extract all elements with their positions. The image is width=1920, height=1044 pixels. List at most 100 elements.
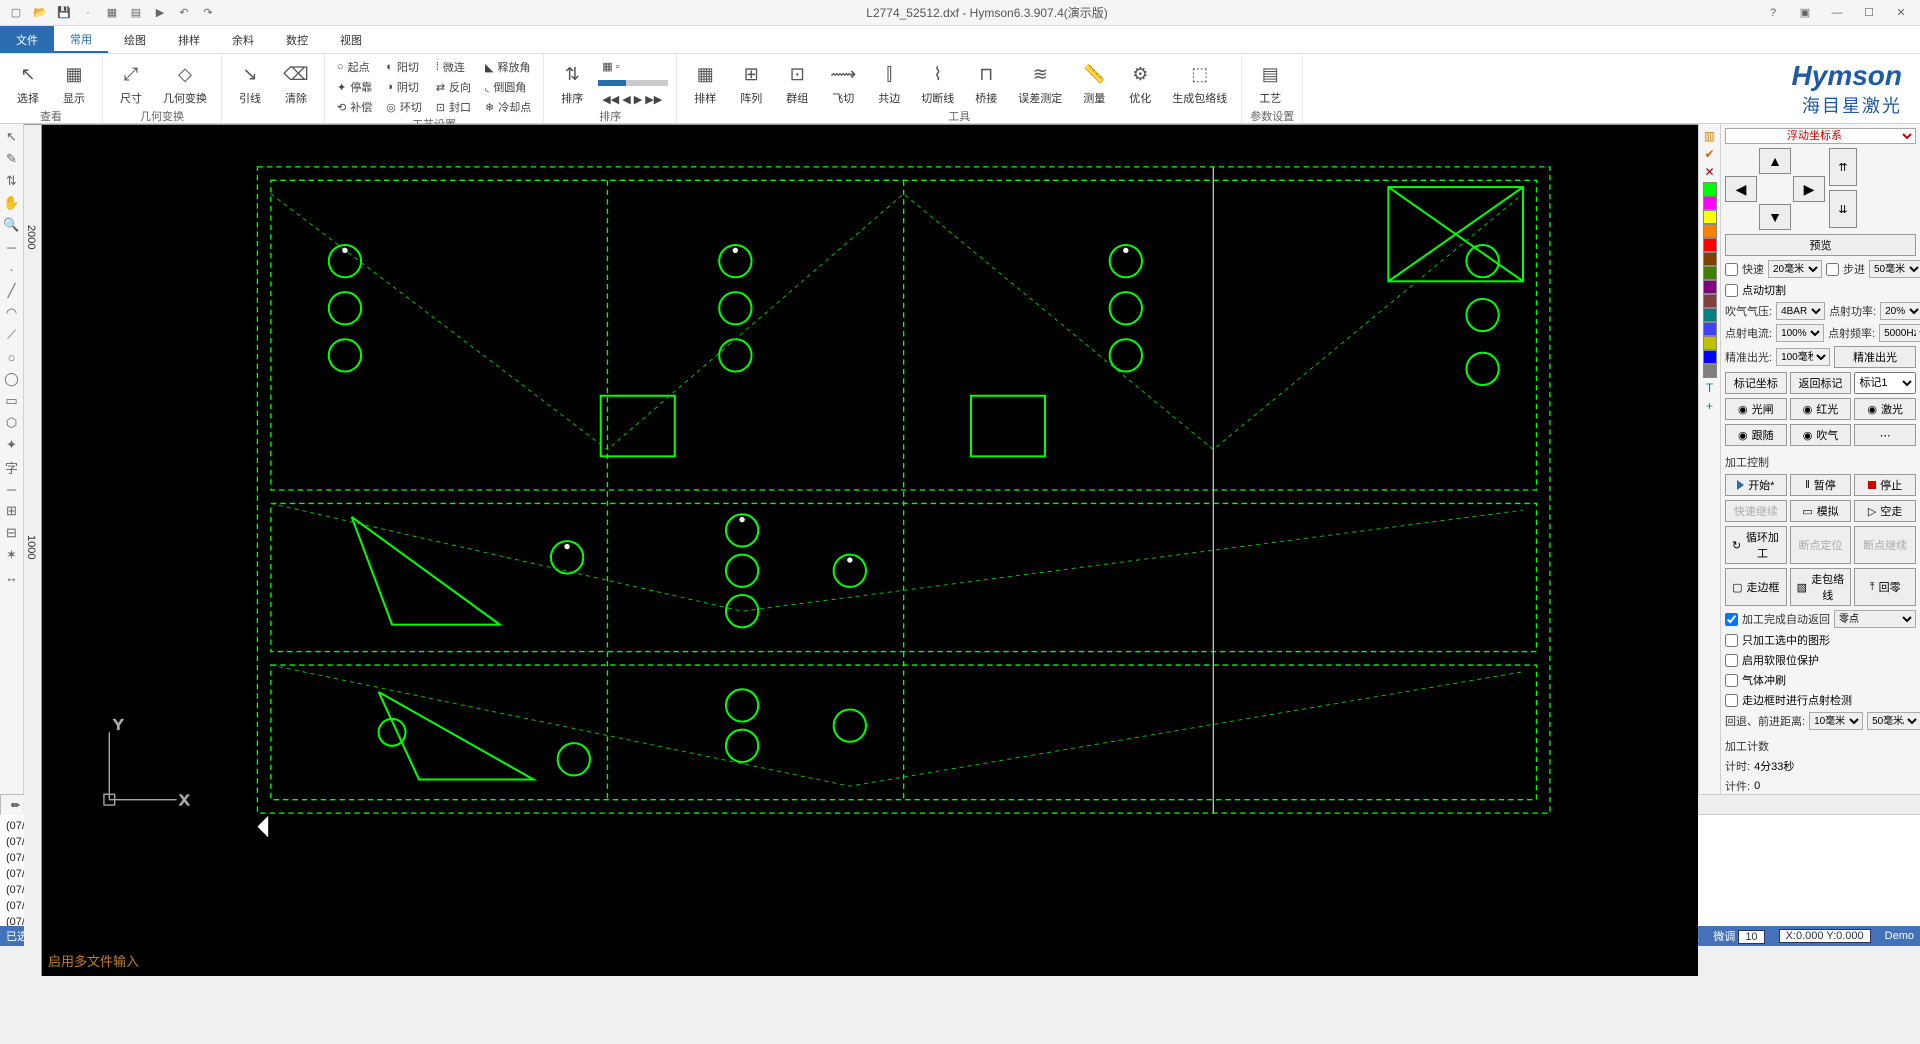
nest-button[interactable]: ▦排样 [685,58,725,108]
layer-visible-icon[interactable]: ▥ [1702,128,1718,144]
fastcont-btn[interactable]: 快速继续 [1725,500,1787,522]
layer-swatch[interactable] [1703,182,1717,196]
redo-icon[interactable]: ↷ [200,5,216,21]
tech-params-button[interactable]: ▤工艺 [1250,58,1290,108]
restore-icon[interactable]: ▣ [1790,2,1820,24]
layer-swatch[interactable] [1703,224,1717,238]
tab-cnc[interactable]: 数控 [270,26,324,53]
dotpower-val[interactable]: 20% [1880,302,1920,320]
play-icon[interactable]: ▶ [152,5,168,21]
tool-circle[interactable]: ○ [3,348,21,366]
dock-btn[interactable]: ✦ 停靠 [333,78,376,96]
contourline-btn[interactable]: ▧ 走包络线 [1790,568,1852,606]
tool-group[interactable]: ⊞ [3,502,21,520]
tool-explode[interactable]: ✶ [3,546,21,564]
z-up[interactable]: ⇈ [1829,148,1857,186]
layer-plus-icon[interactable]: + [1702,398,1718,414]
tool-ungroup[interactable]: ⊟ [3,524,21,542]
loop-btn[interactable]: ↻ 循环加工 [1725,526,1787,564]
tool-star[interactable]: ✦ [3,436,21,454]
measure-button[interactable]: 📏测量 [1074,58,1114,108]
onlysel-check[interactable]: 只加工选中的图形 [1725,632,1916,648]
coord-system-select[interactable]: 浮动坐标系 [1725,128,1916,144]
sort-opt1[interactable]: ▦ ▫ [598,59,668,74]
shoot-btn[interactable]: ◉ 激光 [1854,398,1916,420]
open-icon[interactable]: 📂 [32,5,48,21]
layer-swatch[interactable] [1703,322,1717,336]
release-btn[interactable]: ◣ 释放角 [481,58,535,76]
micro-btn[interactable]: ⁞ 微连 [432,58,475,76]
tool-polyline[interactable]: ⟋ [3,326,21,344]
stop-btn[interactable]: 停止 [1854,474,1916,496]
tool-line[interactable]: ╱ [3,282,21,300]
markcoord-btn[interactable]: 标记坐标 [1725,372,1787,394]
help-icon[interactable]: ? [1758,2,1788,24]
measure-err-button[interactable]: ≋误差测定 [1012,58,1068,108]
start-btn[interactable]: 开始* [1725,474,1787,496]
tool-order[interactable]: ⇅ [3,172,21,190]
tool-node[interactable]: ✎ [3,150,21,168]
layer-check-icon[interactable]: ✔ [1702,146,1718,162]
tool-measure[interactable]: ↔ [3,568,21,586]
cool-btn[interactable]: ❄ 冷却点 [481,98,535,116]
fineout-val[interactable]: 100毫秒 [1776,348,1830,366]
tab-view[interactable]: 视图 [324,26,378,53]
red-btn[interactable]: ◉ 红光 [1790,398,1852,420]
layer-text-icon[interactable]: T [1702,380,1718,396]
drawing-canvas[interactable]: Y X 启用多文件输入 [42,125,1698,976]
array-button[interactable]: ⊞阵列 [731,58,771,108]
tab-draw[interactable]: 绘图 [108,26,162,53]
extra-btn[interactable]: ⋯ [1854,424,1916,446]
sort-nav[interactable]: ◀◀ ◀ ▶ ▶▶ [598,92,668,107]
fast-check[interactable]: 快速 [1725,261,1764,277]
layer-swatch[interactable] [1703,266,1717,280]
autoreturn-check[interactable]: 加工完成自动返回 [1725,611,1830,627]
tool-arc[interactable]: ◠ [3,304,21,322]
home-btn[interactable]: ⤒ 回零 [1854,568,1916,606]
grid-icon[interactable]: ▦ [104,5,120,21]
minimize-icon[interactable]: — [1822,2,1852,24]
dry-btn[interactable]: ▷ 空走 [1854,500,1916,522]
layer-swatch[interactable] [1703,364,1717,378]
layer-swatch[interactable] [1703,210,1717,224]
size-button[interactable]: ⤢尺寸 [111,58,151,108]
softlimit-check[interactable]: 启用软限位保护 [1725,652,1916,668]
reverse-btn[interactable]: ⇄ 反向 [432,78,475,96]
layer-swatch[interactable] [1703,308,1717,322]
jog-down[interactable]: ▼ [1759,204,1791,230]
yang-btn[interactable]: ◐ 阳切 [382,58,426,76]
jog-up[interactable]: ▲ [1759,148,1791,174]
blow-btn[interactable]: ◉ 吹气 [1790,424,1852,446]
lead-button[interactable]: ↘引线 [230,58,270,108]
close-icon[interactable]: ✕ [1886,2,1916,24]
display-button[interactable]: ▦显示 [54,58,94,108]
layer-swatch[interactable] [1703,238,1717,252]
fast-val[interactable]: 20毫米 [1768,260,1822,278]
layer-swatch[interactable] [1703,252,1717,266]
coedge-button[interactable]: ⫿共边 [869,58,909,108]
select-button[interactable]: ↖选择 [8,58,48,108]
tool-circle3[interactable]: ◯ [3,370,21,388]
ring-btn[interactable]: ◎ 环切 [382,98,426,116]
pause-btn[interactable]: ‖ 暂停 [1790,474,1852,496]
tab-common[interactable]: 常用 [54,26,108,53]
bpcont-btn[interactable]: 断点继续 [1854,526,1916,564]
layer-swatch[interactable] [1703,350,1717,364]
retreat-val[interactable]: 10毫米 [1809,712,1863,730]
comp-btn[interactable]: ⟲ 补偿 [333,98,376,116]
tab-sort[interactable]: 排样 [162,26,216,53]
tool-pointer[interactable]: ↖ [3,128,21,146]
gasflush-check[interactable]: 气体冲刷 [1725,672,1916,688]
clear-button[interactable]: ⌫清除 [276,58,316,108]
preview-button[interactable]: 预览 [1725,234,1916,256]
tool-point[interactable]: · [3,260,21,278]
mark-select[interactable]: 标记1 [1854,372,1916,394]
tool-zoom[interactable]: 🔍 [3,216,21,234]
transform-button[interactable]: ◇几何变换 [157,58,213,108]
layer-swatch[interactable] [1703,336,1717,350]
new-icon[interactable]: ▢ [8,5,24,21]
retreat-speed[interactable]: 50毫米/秒 [1867,712,1920,730]
jog-right[interactable]: ▶ [1793,176,1825,202]
undo-icon[interactable]: ↶ [176,5,192,21]
dotcut-check[interactable]: 点动切割 [1725,282,1916,298]
